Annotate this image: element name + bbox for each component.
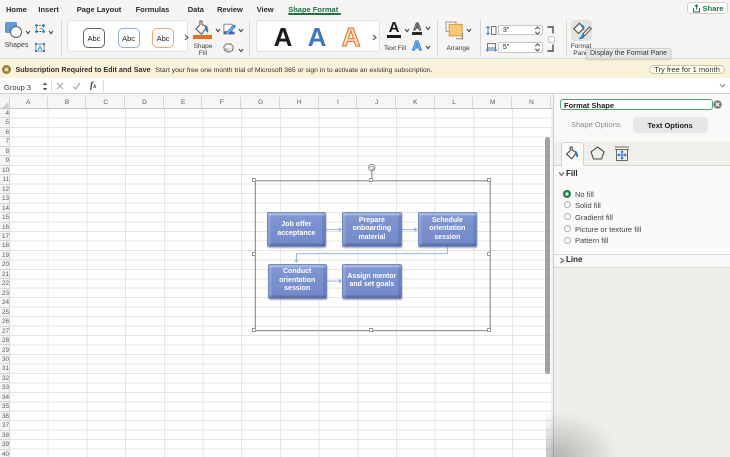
svg-text:A: A bbox=[37, 45, 42, 52]
